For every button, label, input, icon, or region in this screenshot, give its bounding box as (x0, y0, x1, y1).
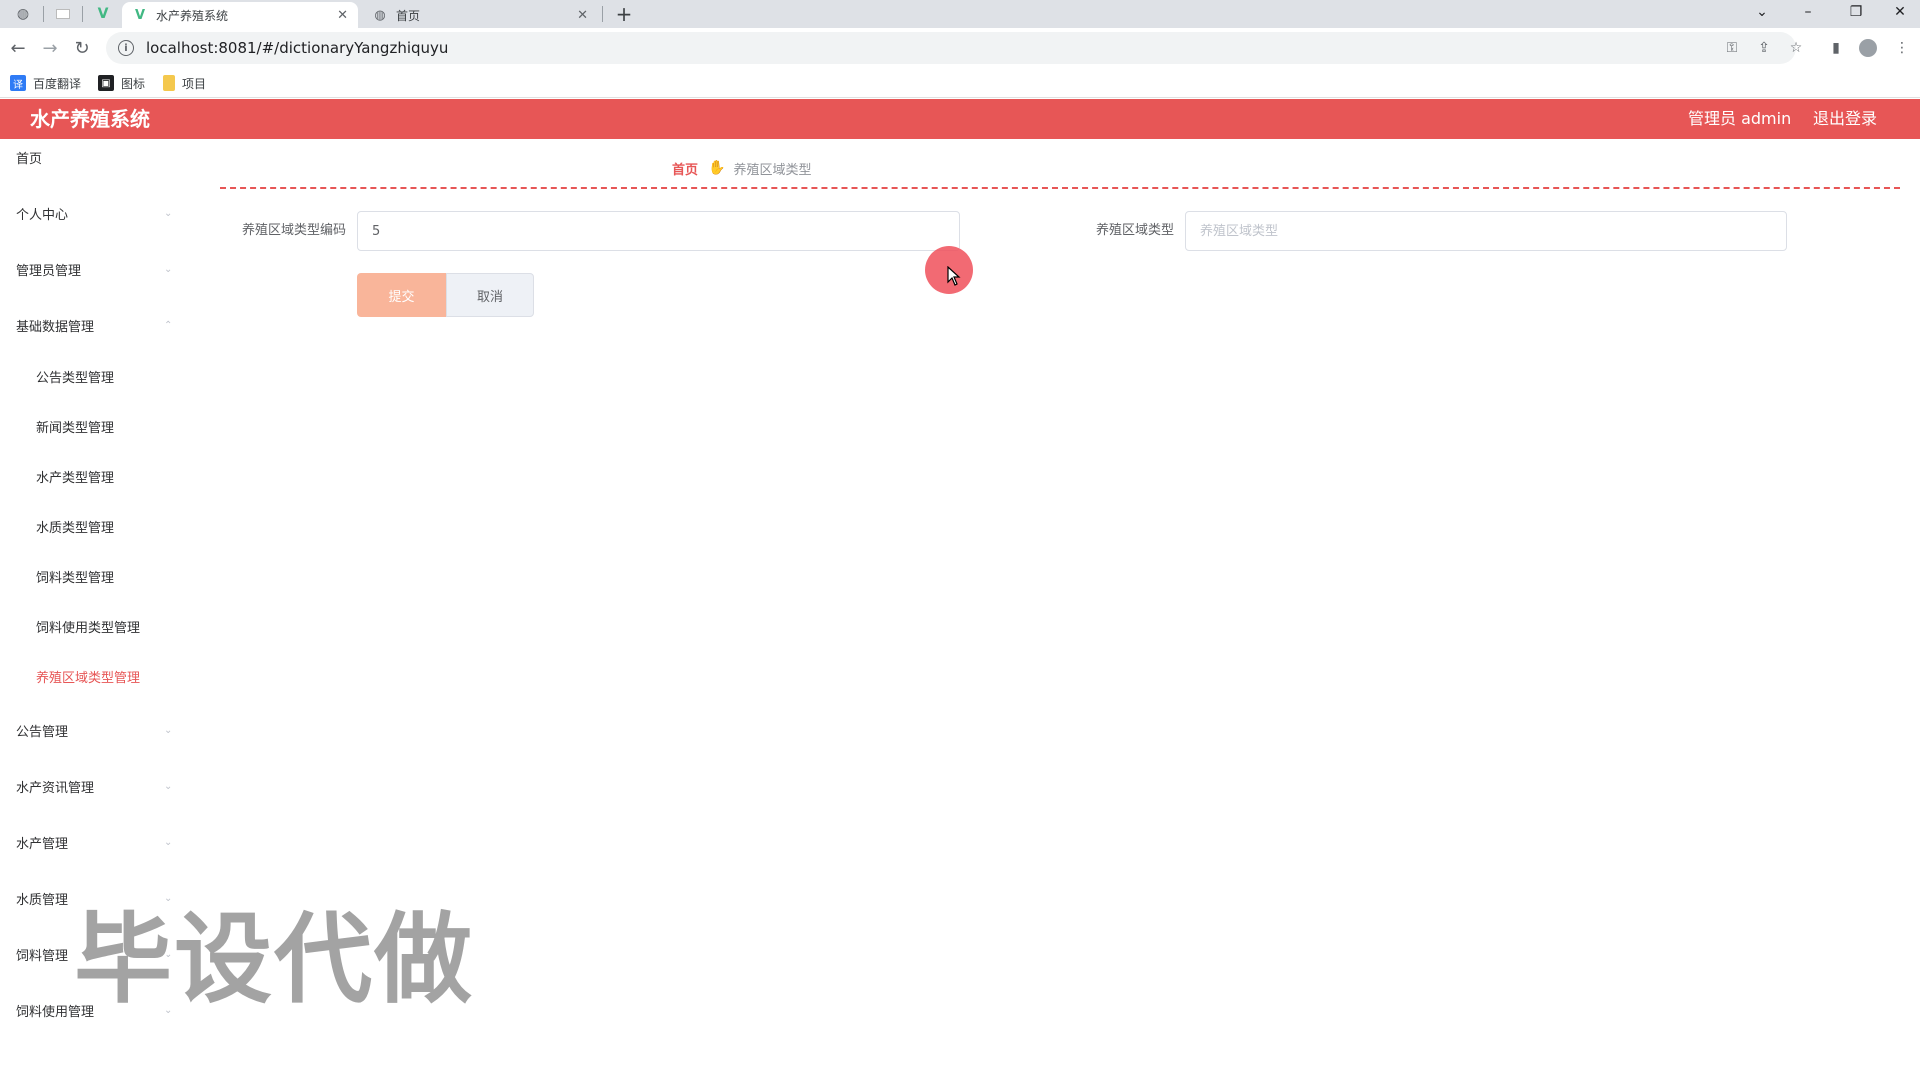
sidebar-item-label: 水产管理 (16, 836, 69, 852)
mouse-cursor-icon (947, 266, 961, 286)
globe-icon[interactable]: ◍ (6, 2, 40, 26)
profile-icon[interactable] (1854, 34, 1882, 62)
current-user: 管理员 admin (1688, 109, 1792, 128)
vue-icon[interactable]: V (86, 2, 120, 26)
app-header: 水产养殖系统 管理员 admin 退出登录 (0, 99, 1920, 139)
globe-icon: ◍ (374, 7, 386, 23)
browser-toolbar: ← → ↻ i localhost:8081/#/dictionaryYangz… (0, 28, 1920, 68)
sidebar-item-news-type[interactable]: 新闻类型管理 (0, 411, 180, 441)
more-menu-icon[interactable]: ⋮ (1888, 34, 1916, 62)
sidebar-item-label: 公告管理 (16, 724, 69, 740)
tab-separator (602, 6, 603, 22)
bookmark-project[interactable]: 项目 (163, 74, 206, 92)
sidebar-item-home[interactable]: 首页 (0, 142, 180, 172)
sidebar-item-label: 水产类型管理 (36, 470, 115, 486)
breadcrumb-home[interactable]: 首页 (672, 159, 698, 178)
chevron-down-icon: ⌄ (164, 724, 173, 736)
browser-tabstrip: ◍ V V 水产养殖系统 ✕ ◍ 首页 ✕ + ⌄ – ❐ ✕ (0, 0, 1920, 28)
chevron-up-icon: ⌃ (164, 319, 173, 331)
breadcrumb: 首页 ✋ 养殖区域类型 (672, 158, 811, 178)
watermark-text: 毕设代做 (74, 903, 475, 1017)
sidebar-item-aquatic-news[interactable]: 水产资讯管理 ⌄ (0, 771, 180, 801)
vue-icon: V (134, 7, 146, 23)
close-icon[interactable]: ✕ (577, 8, 588, 23)
chevron-down-icon: ⌄ (164, 263, 173, 275)
sidebar-item-feed-usage-type[interactable]: 饲料使用类型管理 (0, 611, 180, 641)
sidebar-item-label: 基础数据管理 (16, 319, 95, 335)
hand-icon: ✋ (708, 160, 726, 176)
type-input[interactable] (1185, 211, 1787, 251)
close-window-icon[interactable]: ✕ (1880, 0, 1920, 24)
back-icon[interactable]: ← (6, 36, 30, 60)
tab-active[interactable]: V 水产养殖系统 ✕ (122, 2, 358, 28)
bookmark-label: 项目 (182, 76, 207, 91)
chevron-down-icon: ⌄ (164, 207, 173, 219)
tab-search-icon[interactable]: ⌄ (1742, 0, 1782, 24)
restore-icon[interactable]: ❐ (1836, 0, 1876, 24)
sidebar-item-label: 养殖区域类型管理 (36, 670, 141, 686)
key-icon[interactable]: ⚿ (1718, 34, 1746, 62)
share-icon[interactable]: ⇪ (1750, 34, 1778, 62)
address-bar[interactable]: i localhost:8081/#/dictionaryYangzhiquyu (106, 32, 1796, 64)
sidebar-item-notice-type[interactable]: 公告类型管理 (0, 361, 180, 391)
close-icon[interactable]: ✕ (337, 8, 348, 23)
chevron-down-icon: ⌄ (164, 780, 173, 792)
sidebar-item-label: 水质类型管理 (36, 520, 115, 536)
sidebar-item-label: 首页 (16, 151, 43, 167)
side-panel-icon[interactable]: ▮ (1822, 34, 1850, 62)
sidebar-item-label: 饲料类型管理 (36, 570, 115, 586)
submit-button[interactable]: 提交 (357, 273, 446, 317)
info-icon[interactable]: i (118, 40, 134, 56)
sidebar-item-label: 水质管理 (16, 892, 69, 908)
image-icon: ▣ (98, 75, 114, 91)
bookmark-label: 百度翻译 (33, 76, 82, 91)
code-input[interactable] (357, 211, 960, 251)
bookmark-label: 图标 (121, 76, 146, 91)
forward-icon[interactable]: → (38, 36, 62, 60)
breadcrumb-divider (220, 187, 1900, 189)
code-label: 养殖区域类型编码 (241, 223, 346, 238)
star-icon[interactable]: ☆ (1782, 34, 1810, 62)
tab-title: 首页 (396, 8, 421, 23)
sidebar-item-label: 新闻类型管理 (36, 420, 115, 436)
address-url: localhost:8081/#/dictionaryYangzhiquyu (146, 39, 449, 57)
sidebar-item-label: 饲料使用类型管理 (36, 620, 141, 636)
breadcrumb-current: 养殖区域类型 (733, 162, 812, 178)
sidebar-item-water-quality-type[interactable]: 水质类型管理 (0, 511, 180, 541)
logout-link[interactable]: 退出登录 (1813, 99, 1877, 139)
sidebar-item-label: 公告类型管理 (36, 370, 115, 386)
blank-tab-icon[interactable] (46, 2, 80, 26)
new-tab-button[interactable]: + (612, 2, 636, 26)
sidebar-item-farming-area-type[interactable]: 养殖区域类型管理 (0, 661, 180, 691)
sidebar-item-label: 管理员管理 (16, 263, 82, 279)
reload-icon[interactable]: ↻ (70, 36, 94, 60)
sidebar-item-label: 个人中心 (16, 207, 69, 223)
tab-title: 水产养殖系统 (156, 8, 229, 23)
bookmarks-bar: 译 百度翻译 ▣ 图标 项目 (0, 68, 1920, 98)
tab-separator (82, 6, 83, 22)
cancel-button[interactable]: 取消 (446, 273, 534, 317)
sidebar-item-profile[interactable]: 个人中心 ⌄ (0, 198, 180, 228)
folder-icon (163, 75, 175, 91)
sidebar-item-aquatic[interactable]: 水产管理 ⌄ (0, 827, 180, 857)
chevron-down-icon: ⌄ (164, 836, 173, 848)
sidebar-item-label: 饲料管理 (16, 948, 69, 964)
sidebar-item-label: 水产资讯管理 (16, 780, 95, 796)
minimize-icon[interactable]: – (1788, 0, 1828, 24)
bookmark-icons[interactable]: ▣ 图标 (98, 74, 145, 92)
translate-icon: 译 (10, 75, 26, 91)
app-brand: 水产养殖系统 (30, 107, 150, 131)
bookmark-baidu-fanyi[interactable]: 译 百度翻译 (10, 74, 81, 92)
sidebar-item-admin[interactable]: 管理员管理 ⌄ (0, 254, 180, 284)
sidebar-item-notice[interactable]: 公告管理 ⌄ (0, 715, 180, 745)
type-label: 养殖区域类型 (1095, 223, 1174, 238)
tab-home[interactable]: ◍ 首页 ✕ (362, 2, 598, 28)
sidebar-item-aquatic-type[interactable]: 水产类型管理 (0, 461, 180, 491)
sidebar-item-basic-data[interactable]: 基础数据管理 ⌃ (0, 310, 180, 340)
tab-separator (43, 6, 44, 22)
sidebar-item-feed-type[interactable]: 饲料类型管理 (0, 561, 180, 591)
